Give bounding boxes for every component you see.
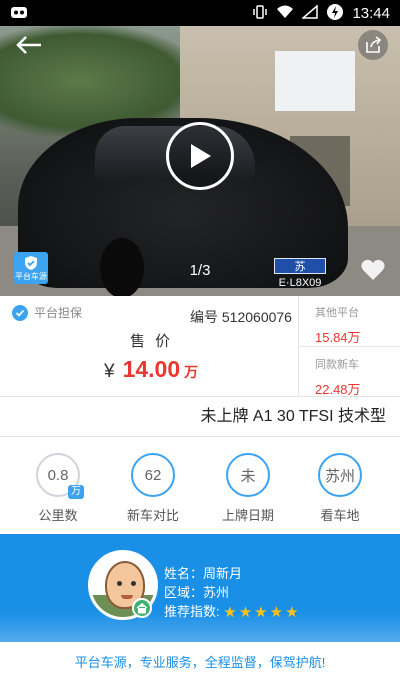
star-icon: ★ [238, 604, 253, 622]
favorite-button[interactable] [360, 258, 386, 282]
stat-value: 未 [240, 467, 256, 485]
stat-circle: 苏州 [318, 453, 362, 497]
price-value: 14.00 [122, 356, 181, 382]
agent-rating: 推荐指数: ★ ★ ★ ★ ★ [164, 602, 299, 621]
platform-guarantee: 平台担保 [12, 304, 82, 321]
stat-circle: 未 [226, 453, 270, 497]
stat-unit-badge: 万 [68, 485, 84, 499]
app-notification-icon [10, 5, 28, 22]
stat-registration-date: 未 上牌日期 [208, 453, 288, 524]
agent-card[interactable]: 姓名：周新月 区域：苏州 推荐指数: ★ ★ ★ ★ ★ [0, 534, 400, 642]
star-icon: ★ [223, 604, 237, 622]
battery-icon [326, 3, 344, 24]
vibrate-icon [252, 4, 268, 22]
share-icon [366, 36, 382, 53]
stat-circle: 0.8 万 [36, 453, 84, 499]
stat-value: 0.8 [47, 466, 69, 484]
star-icon: ★ [285, 604, 299, 622]
sale-price-label: 售 价 [130, 333, 174, 350]
service-slogan: 平台车源，专业服务，全程监督，保驾护航! [74, 655, 326, 670]
guarantee-label: 平台担保 [34, 306, 83, 320]
platform-source-badge: 平台车源 [14, 252, 48, 284]
home-badge [132, 598, 152, 618]
stat-value: 苏州 [324, 467, 355, 485]
wifi-icon [276, 5, 294, 22]
price-comparison: 其他平台 15.84万 同款新车 22.48万 [298, 296, 400, 397]
car-stats: 0.8 万 公里数 62 新车对比 未 上牌日期 苏州 看车地 [0, 445, 400, 525]
stat-caption: 新车对比 [126, 508, 179, 523]
agent-region: 区域：苏州 [164, 585, 230, 600]
share-button[interactable] [358, 30, 388, 60]
divider [0, 436, 400, 437]
new-car-label: 同款新车 [315, 359, 359, 371]
stat-caption: 公里数 [38, 508, 78, 523]
agent-name: 姓名：周新月 [164, 566, 243, 581]
star-icon: ★ [254, 604, 268, 622]
other-platform-price: 15.84万 [315, 330, 361, 345]
home-icon [136, 602, 148, 614]
photo-page-indicator: 1/3 [189, 262, 211, 279]
clock: 13:44 [352, 4, 390, 22]
shield-check-icon [25, 256, 37, 270]
stat-mileage: 0.8 万 公里数 [18, 453, 98, 524]
signal-icon [301, 3, 319, 22]
platform-badge-label: 平台车源 [15, 272, 47, 281]
back-button[interactable] [12, 32, 46, 58]
heart-icon [361, 259, 385, 280]
stat-circle: 62 [131, 453, 175, 497]
other-platform-label: 其他平台 [315, 307, 359, 319]
back-arrow-icon [16, 36, 41, 54]
play-video-button[interactable] [166, 122, 234, 190]
rating-label: 推荐指数: [164, 604, 220, 619]
stat-new-car-compare: 62 新车对比 [113, 453, 193, 524]
stat-value: 62 [144, 466, 162, 484]
divider [0, 396, 400, 397]
rating-stars: ★ ★ ★ ★ ★ [223, 605, 298, 620]
stat-location: 苏州 看车地 [300, 453, 380, 524]
price-unit: 万 [184, 364, 199, 380]
check-circle-icon [12, 304, 28, 321]
currency-symbol: ¥ [104, 361, 115, 382]
play-icon [191, 144, 211, 168]
stat-caption: 上牌日期 [221, 508, 274, 523]
status-bar: 13:44 [0, 0, 400, 26]
stat-caption: 看车地 [320, 508, 360, 523]
agent-info: 姓名：周新月 区域：苏州 推荐指数: ★ ★ ★ ★ ★ [164, 564, 299, 621]
car-serial-number: 编号 512060076 [190, 309, 292, 325]
star-icon: ★ [269, 604, 284, 622]
car-model-title: 未上牌 A1 30 TFSI 技术型 [200, 408, 386, 425]
sale-price: ¥ 14.00 万 [104, 356, 198, 383]
